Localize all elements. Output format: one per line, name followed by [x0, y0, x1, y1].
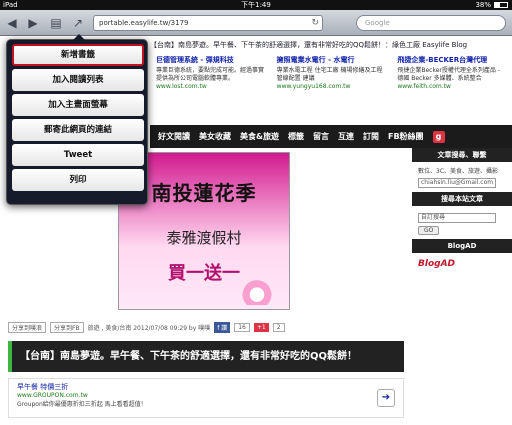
ad-title: 巨德管理系統 - 彈規科技	[156, 56, 234, 64]
blog-topline: 【台南】南島夢遊。早午餐、下午茶的舒適選擇，還有非常好吃的QQ鬆餅！：綠色工廠 …	[150, 41, 468, 49]
forward-icon[interactable]: ▶	[24, 14, 42, 32]
google-plus-icon[interactable]: g	[432, 130, 445, 143]
like-count: 16	[234, 322, 250, 332]
search-hint: 數位、3C、美食、旅遊、攝影	[418, 168, 499, 175]
ad-unit-url: www.GROUPON.com.tw	[17, 392, 88, 399]
image-subtitle: 泰雅渡假村	[166, 229, 242, 247]
plus-count: 2	[272, 322, 285, 332]
share-row: 分享到噗浪 分享到FB 旅遊 , 美食/台南 2012/07/08 09:29 …	[8, 320, 404, 334]
share-fb-link[interactable]: 分享到FB	[50, 321, 84, 333]
nav-item[interactable]: 美女收藏	[199, 131, 231, 142]
battery-percent: 38%	[475, 1, 491, 9]
ad-block[interactable]: 巨德管理系統 - 彈規科技 專業巨德系統，要點完成可能。經過事實提供為所公司電腦…	[150, 53, 271, 105]
ad-url: www.feith.com.tw	[397, 83, 451, 90]
nav-item[interactable]: 互連	[338, 131, 354, 142]
add-home-screen-button[interactable]: 加入主畫面螢幕	[12, 94, 144, 116]
sidebar-heading: 搜尋本站文章	[412, 192, 512, 206]
clock: 下午1:49	[241, 1, 271, 9]
tweet-button[interactable]: Tweet	[12, 144, 144, 166]
google-search-input[interactable]: 自訂搜尋	[418, 213, 496, 223]
plus-one-button[interactable]: +1	[253, 322, 269, 332]
url-text: portable.easylife.tw/3179	[99, 19, 189, 27]
print-button[interactable]: 列印	[12, 169, 144, 191]
ad-unit-desc: Groupon給你最優惠折扣三折起 馬上看看超值！	[17, 401, 147, 408]
ad-desc: 專業水電工程 住宅工廠 機場修繕及工程 管線配置 建議	[276, 67, 383, 82]
ad-block[interactable]: 飛捷企業-BECKER台灣代理 飛捷企業Becker授權代理全系列產品 - 德國…	[391, 53, 512, 105]
blog-nav: 好文閱讀 美女收藏 美食&旅遊 標籤 留言 互連 訂閱 FB粉絲團 g	[150, 125, 512, 148]
ad-desc: 飛捷企業Becker授權代理全系列產品 - 德國 Becker 多媒體、系統整合	[397, 67, 500, 82]
share-plurk-link[interactable]: 分享到噗浪	[8, 321, 47, 333]
battery-area: 38%	[475, 0, 508, 10]
nav-item[interactable]: 留言	[313, 131, 329, 142]
post-meta: 旅遊 , 美食/台南 2012/07/08 09:29 by 噗噗	[87, 324, 211, 332]
add-bookmark-button[interactable]: 新增書籤	[12, 44, 144, 66]
nav-item[interactable]: 訂閱	[363, 131, 379, 142]
ad-unit-title: 早午餐 特價三折	[17, 383, 69, 391]
sidebar-section: 自訂搜尋 GO	[412, 206, 512, 239]
nav-item[interactable]: 美食&旅遊	[240, 131, 279, 142]
ad-title: 擁照電業水電行 - 水電行	[276, 56, 355, 64]
nav-item[interactable]: 好文閱讀	[158, 131, 190, 142]
safari-toolbar: ◀ ▶ ▤ ↗ portable.easylife.tw/3179 ↻ Goog…	[0, 10, 512, 36]
back-icon[interactable]: ◀	[3, 14, 21, 32]
nav-item[interactable]: 標籤	[288, 131, 304, 142]
status-bar: iPad 下午1:49 38%	[0, 0, 512, 10]
ad-desc: 專業巨德系統，要點完成可能。經過事實提供為所公司電腦軟體專業。	[156, 67, 265, 82]
ad-url: www.lost.com.tw	[156, 83, 207, 90]
post-title[interactable]: 【台南】南島夢遊。早午餐、下午茶的舒適選擇，還有非常好吃的QQ鬆餅！	[8, 341, 404, 372]
search-placeholder: Google	[365, 19, 390, 27]
email-field[interactable]: chiahsin.liu@Gmail.com	[418, 178, 496, 188]
address-bar[interactable]: portable.easylife.tw/3179 ↻	[93, 15, 323, 31]
sidebar-heading: BlogAD	[412, 239, 512, 253]
sidebar-section: 數位、3C、美食、旅遊、攝影 chiahsin.liu@Gmail.com	[412, 162, 512, 192]
add-reading-list-button[interactable]: 加入閱讀列表	[12, 69, 144, 91]
sidebar: 文章搜尋、聯繫 數位、3C、美食、旅遊、攝影 chiahsin.liu@Gmai…	[412, 148, 512, 425]
ad-block[interactable]: 擁照電業水電行 - 水電行 專業水電工程 住宅工廠 機場修繕及工程 管線配置 建…	[271, 53, 392, 105]
bookmarks-icon[interactable]: ▤	[47, 14, 65, 32]
sidebar-heading: 文章搜尋、聯繫	[412, 148, 512, 162]
ad-title: 飛捷企業-BECKER台灣代理	[397, 56, 488, 64]
safari-screen: iPad 下午1:49 38% ◀ ▶ ▤ ↗ portable.easylif…	[0, 0, 512, 425]
reload-icon[interactable]: ↻	[311, 16, 319, 30]
ads-row: 巨德管理系統 - 彈規科技 專業巨德系統，要點完成可能。經過事實提供為所公司電腦…	[150, 53, 512, 105]
fb-like-button[interactable]: f 讚	[214, 321, 231, 333]
ad-unit[interactable]: 早午餐 特價三折 www.GROUPON.com.tw Groupon給你最優惠…	[8, 378, 404, 418]
share-icon[interactable]: ↗	[69, 14, 87, 32]
blogad-logo[interactable]: BlogAD	[412, 259, 512, 269]
ad-url: www.yungyu168.com.tw	[276, 83, 351, 90]
share-popover: 新增書籤 加入閱讀列表 加入主畫面螢幕 郵寄此網頁的連結 Tweet 列印	[6, 34, 148, 205]
battery-icon	[494, 2, 508, 8]
mail-link-button[interactable]: 郵寄此網頁的連結	[12, 119, 144, 141]
nav-item[interactable]: FB粉絲團	[388, 131, 424, 142]
arrow-right-icon[interactable]: ➔	[377, 389, 395, 407]
go-button[interactable]: GO	[418, 226, 440, 235]
lotus-icon	[239, 279, 275, 305]
search-field[interactable]: Google	[356, 15, 506, 31]
